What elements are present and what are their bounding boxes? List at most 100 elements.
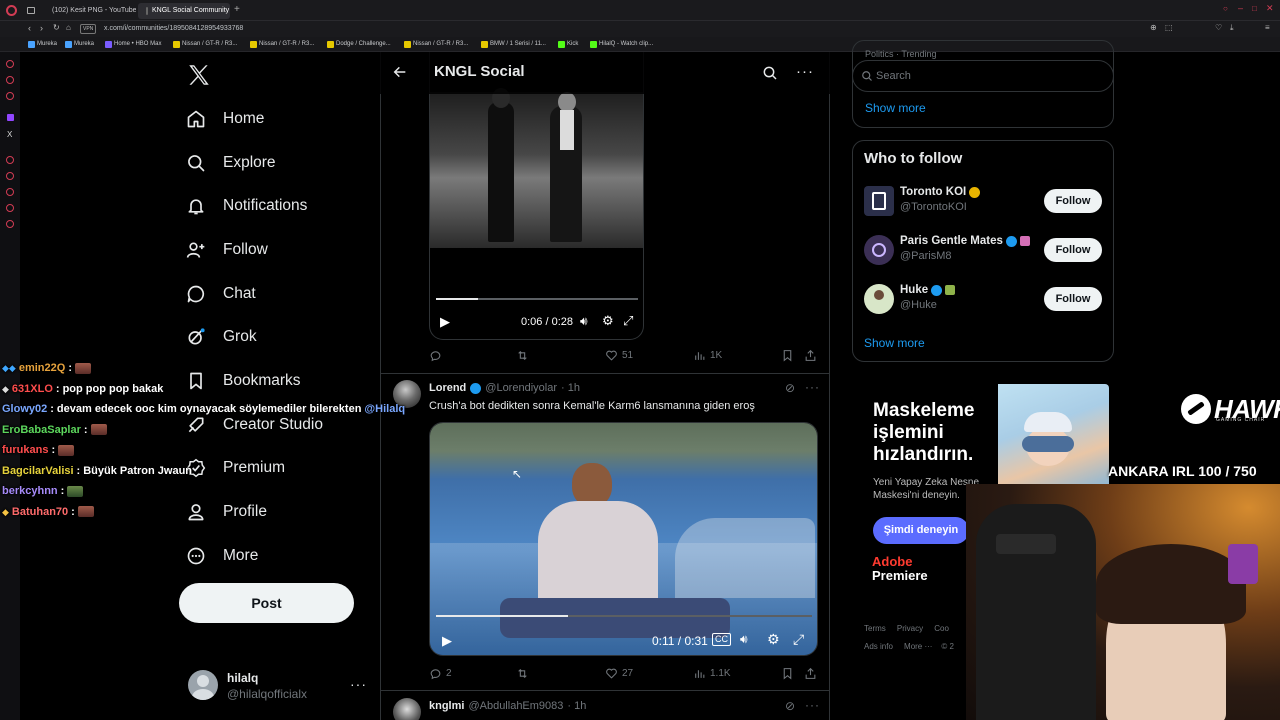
bookmark-item[interactable]: Mureka — [65, 39, 94, 50]
like-button[interactable]: 51 — [605, 349, 633, 362]
bookmark-button[interactable] — [781, 349, 794, 362]
who-to-follow-account[interactable]: Paris Gentle Mates @ParisM8 — [900, 235, 1030, 262]
sidebar-app-icon[interactable] — [6, 76, 14, 84]
forward-icon[interactable]: › — [40, 23, 43, 33]
post-author-name[interactable]: Lorend — [429, 382, 466, 394]
post-video[interactable]: ▶ 0:06 / 0:28 🔊︎ ⚙︎ ⤢ — [429, 52, 644, 340]
post-time[interactable]: · 1h — [561, 382, 580, 394]
bookmark-item[interactable]: Nissan / GT-R / R3... — [404, 39, 468, 50]
sidebar-app-icon[interactable] — [6, 188, 14, 196]
show-more-link[interactable]: Show more — [864, 336, 925, 350]
back-icon[interactable]: ‹ — [28, 23, 31, 33]
vpn-badge[interactable]: VPN — [80, 24, 97, 34]
post-video[interactable]: ↖ ▶ 0:11 / 0:31 CC 🔊︎ ⚙︎ ⤢ — [429, 422, 818, 656]
avatar[interactable] — [188, 670, 218, 700]
ad-cta-button[interactable]: Şimdi deneyin — [873, 517, 969, 544]
sidebar-item-more[interactable]: More — [186, 539, 258, 573]
avatar[interactable] — [864, 186, 894, 216]
bookmark-item[interactable]: Dodge / Challenge... — [327, 39, 391, 50]
fullscreen-icon[interactable]: ⤢ — [793, 631, 804, 648]
fullscreen-icon[interactable]: ⤢ — [623, 313, 633, 329]
repost-button[interactable] — [516, 667, 533, 680]
bookmark-item[interactable]: Nissan / GT-R / R3... — [250, 39, 314, 50]
post-more-icon[interactable]: ··· — [805, 380, 820, 394]
bookmark-item[interactable]: Mureka — [28, 39, 57, 50]
video-progress-track[interactable] — [436, 298, 638, 300]
footer-link[interactable]: Coo — [934, 624, 949, 633]
download-icon[interactable]: ⤓ — [1230, 23, 1234, 33]
tab-grid-icon[interactable] — [27, 7, 35, 14]
account-name[interactable]: hilalq — [227, 671, 258, 685]
who-to-follow-account[interactable]: Toronto KOI @TorontoKOI — [900, 186, 981, 213]
twitch-icon[interactable] — [7, 114, 14, 121]
reply-button[interactable] — [429, 349, 446, 362]
bookmark-item[interactable]: Home • HBO Max — [105, 39, 161, 50]
account-more-icon[interactable]: ··· — [350, 676, 367, 692]
sidebar-item-explore[interactable]: Explore — [186, 146, 276, 180]
post-author-name[interactable]: knglmi — [429, 700, 464, 712]
captions-icon[interactable]: CC — [712, 633, 731, 646]
views-button[interactable]: 1.1K — [693, 667, 731, 680]
back-arrow-icon[interactable] — [392, 64, 408, 80]
sidebar-item-chat[interactable]: Chat — [186, 277, 256, 311]
post-more-icon[interactable]: ··· — [805, 698, 820, 712]
post-button[interactable]: Post — [179, 583, 354, 623]
avatar[interactable] — [864, 284, 894, 314]
search-icon[interactable] — [762, 65, 778, 81]
settings-icon[interactable]: ⚙︎ — [767, 631, 780, 648]
sidebar-item-grok[interactable]: Grok — [186, 320, 257, 354]
settings-icon[interactable]: ⚙︎ — [602, 313, 614, 329]
volume-icon[interactable]: 🔊︎ — [580, 314, 588, 329]
maximize-icon[interactable]: □ — [1252, 4, 1257, 13]
avatar[interactable] — [864, 235, 894, 265]
heart-icon[interactable]: ♡ — [1215, 23, 1222, 32]
footer-link[interactable]: More ··· — [904, 642, 932, 651]
grok-post-icon[interactable]: ⊘ — [785, 699, 795, 713]
post-author-handle[interactable]: @Lorendiyolar — [485, 382, 557, 394]
who-to-follow-account[interactable]: Huke @Huke — [900, 284, 956, 311]
bookmark-item[interactable]: Nissan / GT-R / R3... — [173, 39, 237, 50]
opera-logo-icon[interactable] — [6, 5, 17, 16]
sidebar-item-follow[interactable]: Follow — [186, 233, 268, 267]
grok-post-icon[interactable]: ⊘ — [785, 381, 795, 395]
share-button[interactable] — [804, 349, 817, 362]
video-progress-track[interactable] — [436, 615, 812, 617]
like-button[interactable]: 27 — [605, 667, 633, 680]
footer-link[interactable]: Privacy — [897, 624, 923, 633]
sidebar-app-icon[interactable] — [6, 156, 14, 164]
menu-icon[interactable]: ≡ — [1265, 23, 1270, 32]
sidebar-app-icon[interactable] — [6, 92, 14, 100]
follow-button[interactable]: Follow — [1044, 189, 1102, 213]
close-window-icon[interactable]: ✕ — [1266, 3, 1274, 14]
bookmark-item[interactable]: BMW / 1 Serisi / 11... — [481, 39, 546, 50]
reload-icon[interactable]: ↻ — [53, 23, 60, 32]
repost-button[interactable] — [516, 349, 533, 362]
x-icon[interactable]: X — [7, 130, 12, 139]
tab-kngl-social[interactable]: KNGL Social Community / — [138, 3, 230, 19]
post-author-handle[interactable]: @AbdullahEm9083 — [468, 700, 563, 712]
bookmark-item[interactable]: HilalQ - Watch clip... — [590, 39, 653, 50]
post-avatar[interactable] — [393, 698, 421, 720]
minimize-icon[interactable]: – — [1238, 3, 1243, 13]
reply-button[interactable]: 2 — [429, 667, 452, 680]
bookmark-button[interactable] — [781, 667, 794, 680]
url-field[interactable]: x.com/i/communities/1895084128954933768 — [104, 23, 243, 35]
more-options-icon[interactable]: ··· — [796, 63, 814, 80]
sidebar-app-icon[interactable] — [6, 204, 14, 212]
x-logo-icon[interactable] — [186, 62, 212, 88]
play-icon[interactable]: ▶ — [440, 314, 450, 330]
follow-button[interactable]: Follow — [1044, 238, 1102, 262]
volume-icon[interactable]: 🔊︎ — [740, 632, 748, 647]
new-tab-icon[interactable]: + — [234, 4, 240, 15]
sidebar-item-notifications[interactable]: Notifications — [186, 189, 307, 223]
home-icon[interactable]: ⌂ — [66, 23, 71, 32]
zoom-icon[interactable]: ⊕ — [1150, 23, 1157, 32]
share-button[interactable] — [804, 667, 817, 680]
follow-button[interactable]: Follow — [1044, 287, 1102, 311]
bookmark-item[interactable]: Kick — [558, 39, 578, 50]
tab-youtube[interactable]: (102) Kesit PNG - YouTube — [40, 3, 136, 19]
sidebar-item-home[interactable]: Home — [186, 102, 264, 136]
extensions-icon[interactable]: ⬚ — [1165, 23, 1173, 32]
sidebar-app-icon[interactable] — [6, 60, 14, 68]
sidebar-app-icon[interactable] — [6, 172, 14, 180]
